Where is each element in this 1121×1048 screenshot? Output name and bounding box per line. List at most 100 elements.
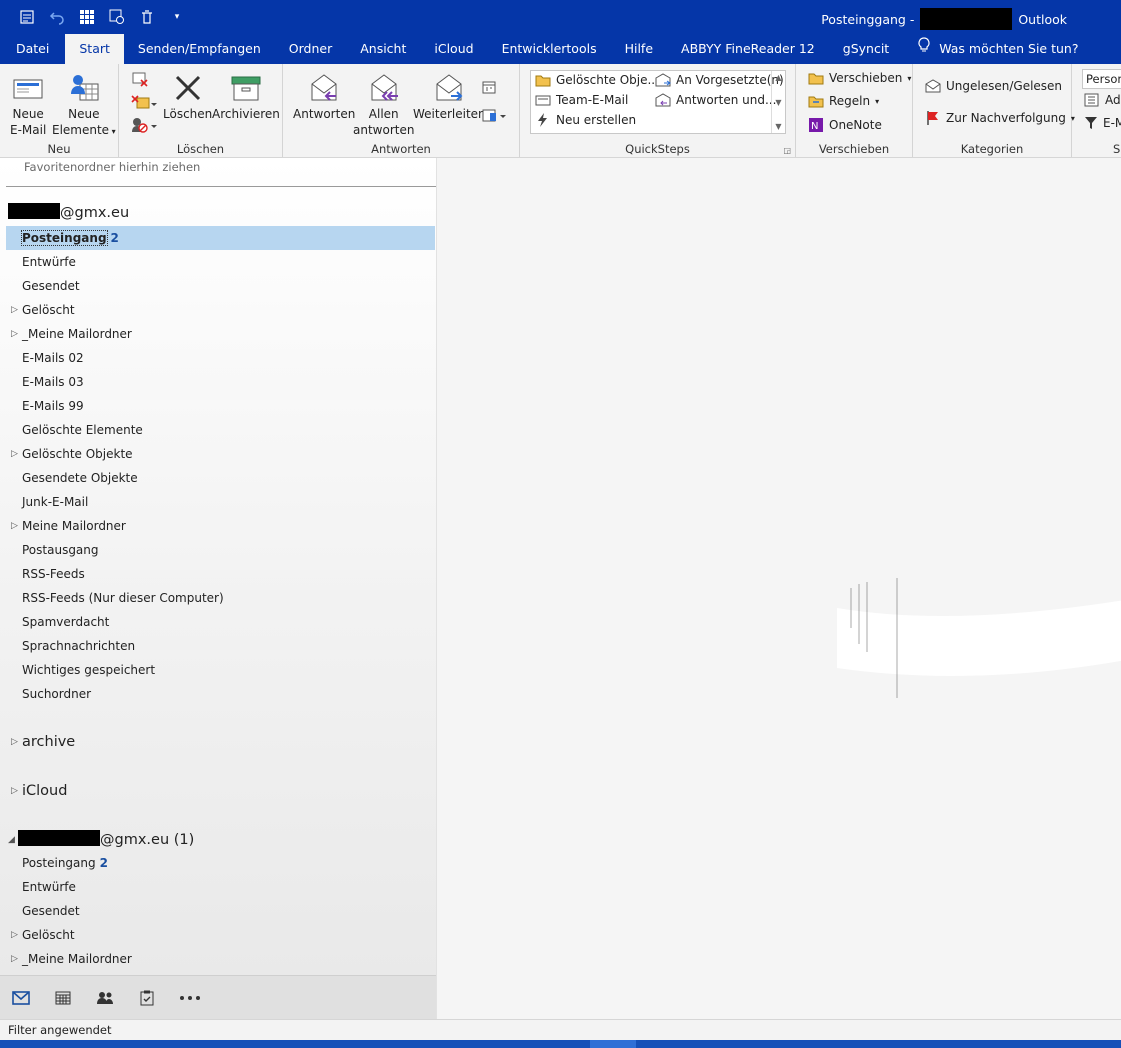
tab-ansicht[interactable]: Ansicht bbox=[346, 34, 420, 64]
mail-icon[interactable] bbox=[11, 988, 31, 1008]
onenote-button[interactable]: N OneNote bbox=[808, 117, 882, 133]
calendar-icon[interactable] bbox=[53, 988, 73, 1008]
forward-button[interactable]: Weiterleiten bbox=[413, 70, 486, 122]
filter-email-button[interactable]: E-M bbox=[1084, 116, 1121, 130]
folder-item[interactable]: E-Mails 99 bbox=[0, 394, 436, 418]
folder-item[interactable]: ▷ _Meine Mailordner bbox=[0, 947, 436, 971]
reply-all-button[interactable]: Allen antworten bbox=[353, 70, 414, 138]
expand-arrow-icon[interactable]: ▷ bbox=[11, 514, 18, 538]
folder-item[interactable]: ▷ Gelöscht bbox=[0, 298, 436, 322]
tab-abbyy[interactable]: ABBYY FineReader 12 bbox=[667, 34, 829, 64]
folder-item[interactable]: Entwürfe bbox=[0, 250, 436, 274]
expand-arrow-icon[interactable]: ▷ bbox=[11, 923, 18, 947]
people-icon[interactable] bbox=[95, 988, 115, 1008]
search-people-input[interactable]: Person bbox=[1082, 69, 1121, 89]
folder-item[interactable]: Spamverdacht bbox=[0, 610, 436, 634]
quicksteps-scrollbar[interactable]: ▲ ▼ ▼ bbox=[771, 71, 785, 133]
expand-gallery-icon[interactable]: ▼ bbox=[775, 122, 781, 131]
send-receive-icon[interactable] bbox=[18, 8, 36, 26]
quickstep-item-reply-delete[interactable]: Antworten und... bbox=[655, 93, 776, 107]
more-options-icon[interactable] bbox=[179, 988, 201, 1008]
ignore-button[interactable] bbox=[131, 70, 149, 91]
scroll-up-icon[interactable]: ▲ bbox=[775, 73, 781, 82]
expand-arrow-icon[interactable]: ▷ bbox=[11, 442, 18, 466]
move-button[interactable]: Verschieben ▾ bbox=[808, 71, 911, 85]
folder-item-posteingang[interactable]: Posteingang 2 bbox=[6, 226, 435, 250]
tab-icloud[interactable]: iCloud bbox=[420, 34, 487, 64]
trash-icon[interactable] bbox=[138, 8, 156, 26]
expand-arrow-icon[interactable]: ▷ bbox=[11, 947, 18, 971]
tab-hilfe[interactable]: Hilfe bbox=[611, 34, 667, 64]
new-items-label-2-wrap: Elemente ▾ bbox=[52, 122, 116, 140]
tab-senden-empfangen[interactable]: Senden/Empfangen bbox=[124, 34, 275, 64]
apps-grid-icon[interactable] bbox=[78, 8, 96, 26]
new-items-label-1: Neue bbox=[68, 107, 100, 121]
folder-item[interactable]: ▷ Meine Mailordner bbox=[0, 514, 436, 538]
delete-button[interactable]: Löschen bbox=[163, 70, 212, 122]
tab-gsyncit[interactable]: gSyncit bbox=[829, 34, 903, 64]
tab-datei[interactable]: Datei bbox=[0, 34, 63, 64]
folder-item[interactable]: ▷ Gelöschte Objekte bbox=[0, 442, 436, 466]
new-items-button[interactable]: Neue Elemente ▾ bbox=[52, 70, 116, 140]
account-header-archive[interactable]: ▷ archive bbox=[0, 732, 436, 752]
folder-item[interactable]: Gesendet bbox=[0, 899, 436, 923]
folder-item[interactable]: Suchordner bbox=[0, 682, 436, 706]
tasks-icon[interactable] bbox=[137, 988, 157, 1008]
quickstep-item-manager[interactable]: An Vorgesetzte(n) bbox=[655, 73, 784, 87]
meeting-reply-button[interactable] bbox=[482, 80, 498, 99]
customize-toolbar-icon[interactable]: ▾ bbox=[168, 8, 186, 26]
folder-item[interactable]: RSS-Feeds bbox=[0, 562, 436, 586]
new-email-button[interactable]: Neue E-Mail bbox=[10, 70, 46, 138]
redacted-box bbox=[8, 203, 60, 219]
tell-me-box[interactable]: Was möchten Sie tun? bbox=[903, 34, 1092, 64]
expand-arrow-icon[interactable]: ▷ bbox=[11, 781, 18, 801]
folder-item[interactable]: Junk-E-Mail bbox=[0, 490, 436, 514]
tab-ordner[interactable]: Ordner bbox=[275, 34, 346, 64]
expand-arrow-icon[interactable]: ▷ bbox=[11, 298, 18, 322]
folder-item[interactable]: E-Mails 02 bbox=[0, 346, 436, 370]
quickstep-item-new[interactable]: Neu erstellen bbox=[535, 113, 636, 127]
rules-button[interactable]: Regeln ▾ bbox=[808, 94, 879, 108]
followup-button[interactable]: Zur Nachverfolgung ▾ bbox=[925, 110, 1075, 126]
quickstep-item-deleted[interactable]: Gelöschte Obje... bbox=[535, 73, 659, 87]
folder-item[interactable]: Sprachnachrichten bbox=[0, 634, 436, 658]
quickstep-item-team[interactable]: Team-E-Mail bbox=[535, 93, 628, 107]
junk-button[interactable] bbox=[131, 116, 157, 137]
address-book-button[interactable]: Adr bbox=[1084, 93, 1121, 107]
group-neu: Neue E-Mail Neue Elemente ▾ Neu bbox=[0, 64, 119, 157]
folder-item[interactable]: ▷ Gelöscht bbox=[0, 923, 436, 947]
group-antworten: Antworten Allen antworten Weiterleiten A… bbox=[283, 64, 520, 157]
taskbar-highlight bbox=[590, 1040, 636, 1048]
folder-item[interactable]: E-Mails 03 bbox=[0, 370, 436, 394]
tab-entwicklertools[interactable]: Entwicklertools bbox=[488, 34, 611, 64]
folder-name: Gelöschte Elemente bbox=[22, 423, 143, 437]
folder-item[interactable]: ▷ _Meine Mailordner bbox=[0, 322, 436, 346]
folder-item[interactable]: Gesendet bbox=[0, 274, 436, 298]
group-label-kategorien: Kategorien bbox=[960, 142, 1024, 156]
reply-button[interactable]: Antworten bbox=[293, 70, 355, 122]
undo-icon[interactable] bbox=[48, 8, 66, 26]
expand-arrow-icon[interactable]: ▷ bbox=[11, 732, 18, 752]
quickstep-label: Team-E-Mail bbox=[556, 93, 629, 107]
more-reply-button[interactable] bbox=[482, 108, 508, 127]
folder-item[interactable]: Wichtiges gespeichert bbox=[0, 658, 436, 682]
dialog-launcher-icon[interactable]: ◲ bbox=[783, 146, 791, 155]
settings-icon[interactable] bbox=[108, 8, 126, 26]
account-header-1[interactable]: @gmx.eu bbox=[0, 203, 436, 223]
lightbulb-icon bbox=[917, 34, 931, 64]
collapse-arrow-icon[interactable]: ◢ bbox=[8, 830, 15, 850]
account-header-icloud[interactable]: ▷ iCloud bbox=[0, 781, 436, 801]
scroll-down-icon[interactable]: ▼ bbox=[775, 98, 781, 107]
cleanup-button[interactable] bbox=[131, 94, 157, 115]
folder-item-posteingang-2[interactable]: Posteingang 2 bbox=[0, 851, 436, 875]
archive-button[interactable]: Archivieren bbox=[212, 70, 280, 122]
unread-read-button[interactable]: Ungelesen/Gelesen bbox=[925, 79, 1062, 93]
folder-item[interactable]: Gesendete Objekte bbox=[0, 466, 436, 490]
folder-item[interactable]: RSS-Feeds (Nur dieser Computer) bbox=[0, 586, 436, 610]
folder-item[interactable]: Gelöschte Elemente bbox=[0, 418, 436, 442]
tab-start[interactable]: Start bbox=[65, 34, 124, 64]
expand-arrow-icon[interactable]: ▷ bbox=[11, 322, 18, 346]
folder-item[interactable]: Entwürfe bbox=[0, 875, 436, 899]
folder-item[interactable]: Postausgang bbox=[0, 538, 436, 562]
account-header-2[interactable]: ◢ @gmx.eu (1) bbox=[0, 830, 436, 850]
